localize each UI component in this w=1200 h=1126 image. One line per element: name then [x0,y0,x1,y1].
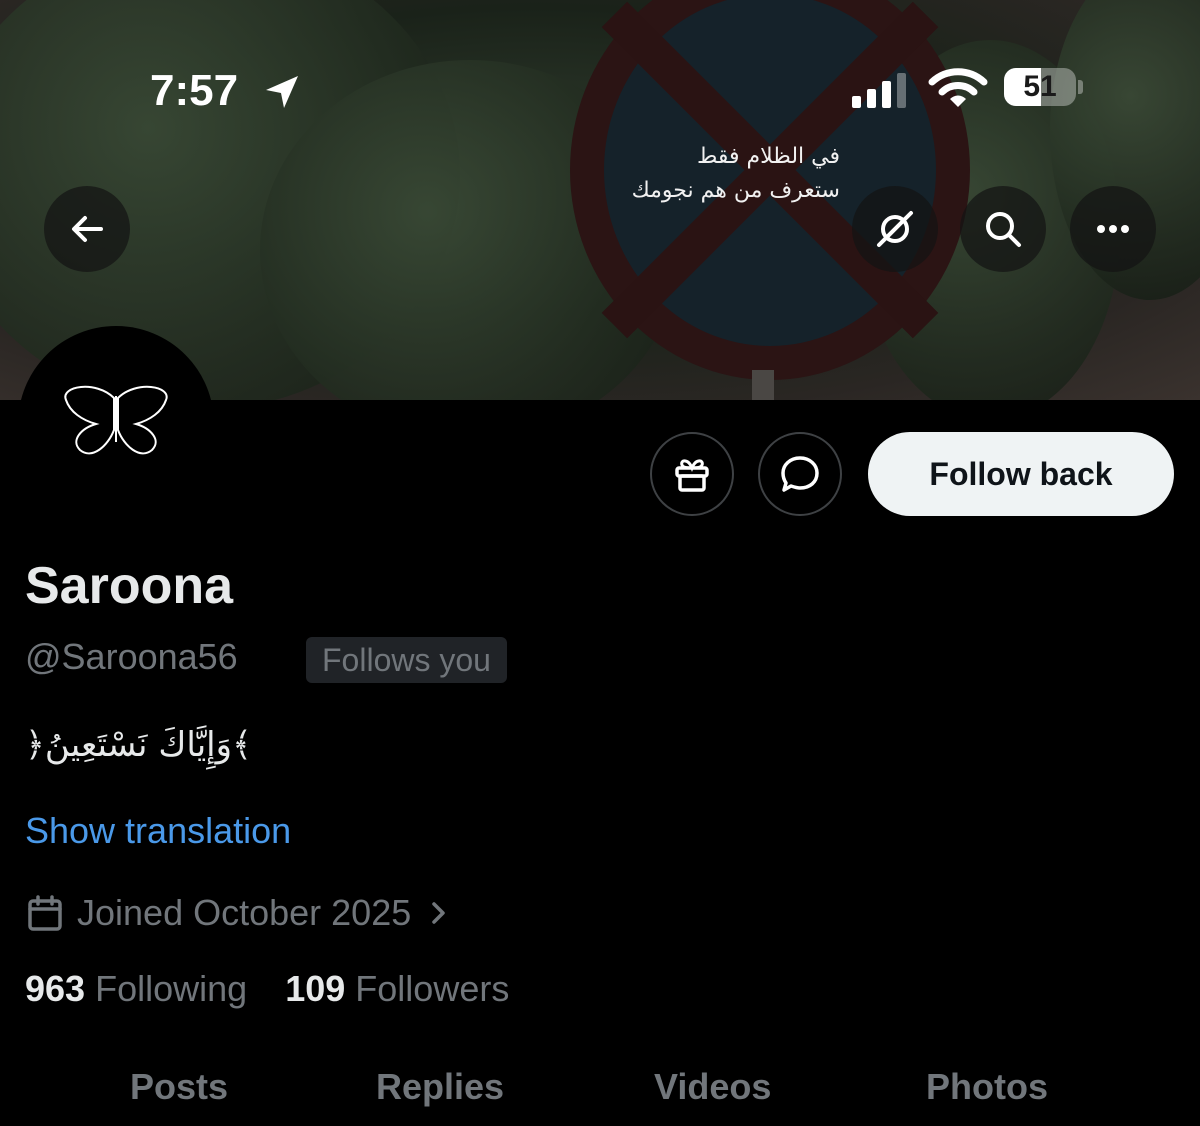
message-button[interactable] [758,432,842,516]
joined-date[interactable]: Joined October 2025 [25,890,465,936]
banner-caption-line: ستعرف من هم نجومك [631,178,840,203]
followers-label: Followers [355,968,510,1009]
status-bar: 7:57 51 [0,60,1200,124]
followers-link[interactable]: 109 Followers [285,968,509,1009]
butterfly-icon [64,385,168,455]
profile-tabs: Posts Replies Videos Photos [0,1066,1200,1126]
follow-back-button[interactable]: Follow back [868,432,1174,516]
user-handle: @Saroona56 [25,636,238,677]
more-icon [1097,225,1129,233]
battery-indicator: 51 [1004,68,1083,108]
back-button[interactable] [44,186,130,272]
battery-cap [1078,80,1083,94]
status-time: 7:57 [150,66,239,115]
following-label: Following [95,968,248,1009]
profile-bio: ﴿وَإِيَّاكَ نَسْتَعِينُ﴾ [25,725,252,765]
message-icon [781,456,819,492]
tab-photos[interactable]: Photos [926,1066,1048,1108]
follow-stats: 963 Following 109 Followers [25,968,509,1010]
tab-replies[interactable]: Replies [376,1066,504,1108]
following-count: 963 [25,968,86,1009]
calendar-icon [28,895,62,931]
avatar[interactable] [18,326,214,522]
sign-pole [752,370,774,400]
show-translation-link[interactable]: Show translation [25,810,291,852]
banner-caption-line: في الظلام فقط [697,144,840,169]
grok-icon [877,211,913,247]
cellular-signal-icon [852,73,906,108]
joined-label: Joined October 2025 [77,892,412,933]
search-icon [986,212,1021,247]
tab-posts[interactable]: Posts [130,1066,228,1108]
tab-videos[interactable]: Videos [654,1066,771,1108]
location-arrow-icon [266,76,298,108]
grok-button[interactable] [852,186,938,272]
follows-you-badge: Follows you [306,637,507,683]
display-name: Saroona [25,557,234,615]
more-button[interactable] [1070,186,1156,272]
search-button[interactable] [960,186,1046,272]
battery-body: 51 [1004,68,1076,106]
gift-icon [675,459,709,492]
chevron-right-icon [432,902,445,924]
battery-label: 51 [1023,70,1057,103]
arrow-left-icon [72,216,103,242]
gift-button[interactable] [650,432,734,516]
wifi-icon [928,68,988,107]
followers-count: 109 [285,968,346,1009]
following-link[interactable]: 963 Following [25,968,257,1009]
banner-caption: في الظلام فقط ستعرف من هم نجومك [610,140,840,208]
